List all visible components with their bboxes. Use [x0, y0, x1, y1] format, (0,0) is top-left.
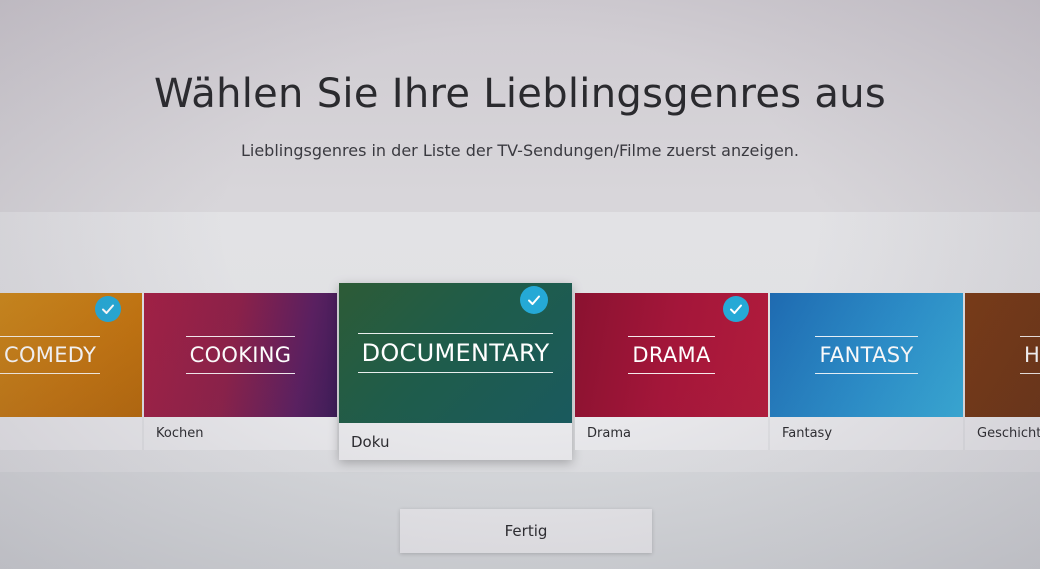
checkmark-icon	[95, 296, 121, 322]
genre-label: Drama	[575, 417, 768, 450]
genre-label	[0, 417, 142, 450]
done-button[interactable]: Fertig	[400, 509, 652, 553]
genre-label: Doku	[339, 423, 572, 460]
genre-label: Geschichte	[965, 417, 1040, 450]
genre-art-text: FANTASY	[815, 336, 918, 374]
checkmark-icon	[520, 286, 548, 314]
genre-art-text: HI	[1020, 336, 1040, 374]
genre-art-text: COMEDY	[0, 336, 101, 374]
genre-artwork: HI	[965, 293, 1040, 417]
genre-card-cooking[interactable]: COOKING Kochen	[144, 293, 337, 450]
genre-card-fantasy[interactable]: FANTASY Fantasy	[770, 293, 963, 450]
genre-artwork: COOKING	[144, 293, 337, 417]
genre-label: Fantasy	[770, 417, 963, 450]
genre-card-history[interactable]: HI Geschichte	[965, 293, 1040, 450]
genre-art-text: COOKING	[185, 336, 296, 374]
genre-card-documentary[interactable]: DOCUMENTARY Doku	[339, 283, 572, 460]
genre-card-drama[interactable]: DRAMA Drama	[575, 293, 768, 450]
genre-card-comedy[interactable]: COMEDY	[0, 293, 142, 450]
genre-carousel: COMEDY COOKING Kochen DOCUMENTARY Doku D…	[0, 0, 1040, 569]
checkmark-icon	[723, 296, 749, 322]
genre-artwork: FANTASY	[770, 293, 963, 417]
genre-label: Kochen	[144, 417, 337, 450]
genre-art-text: DRAMA	[628, 336, 715, 374]
genre-art-text: DOCUMENTARY	[357, 333, 554, 373]
